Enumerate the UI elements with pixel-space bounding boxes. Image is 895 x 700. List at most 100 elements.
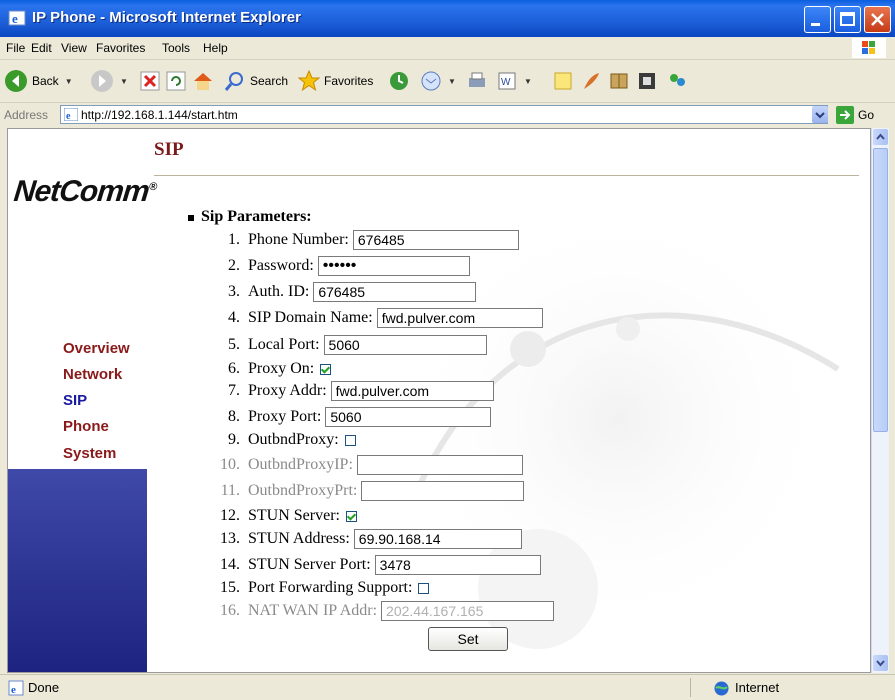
- proxy-port-input[interactable]: [325, 407, 492, 427]
- sidebar-item-sip[interactable]: SIP: [63, 392, 87, 409]
- scroll-up-button[interactable]: [873, 129, 888, 145]
- go-arrow-icon: [836, 106, 854, 124]
- sidebar: NetComm® Overview Network SIP Phone Syst…: [8, 129, 157, 672]
- ie-logo-icon: e: [8, 10, 26, 26]
- vertical-scrollbar[interactable]: [871, 128, 889, 673]
- section-heading: Sip Parameters:: [201, 208, 312, 225]
- port-forwarding-checkbox[interactable]: [418, 582, 430, 594]
- favorites-star-icon: [298, 70, 320, 92]
- sip-domain-input[interactable]: [376, 308, 543, 328]
- outbnd-proxy-ip-input[interactable]: [356, 455, 523, 475]
- sidebar-item-overview[interactable]: Overview: [63, 340, 130, 357]
- address-url: http://192.168.1.144/start.htm: [81, 108, 238, 122]
- page-icon: e: [64, 108, 78, 121]
- history-button[interactable]: [388, 68, 410, 94]
- chevron-down-icon: [815, 112, 825, 119]
- mail-icon: [421, 71, 441, 91]
- print-button[interactable]: [466, 68, 488, 94]
- field-row-stun-server: 12. STUN Server:: [204, 507, 357, 525]
- auth-id-input[interactable]: [313, 282, 477, 302]
- go-button[interactable]: Go: [836, 106, 874, 124]
- field-row-nat-wan-ip: 16. NAT WAN IP Addr:: [204, 601, 555, 621]
- menu-help[interactable]: Help: [203, 41, 228, 55]
- field-row-local-port: 5. Local Port:: [204, 335, 487, 355]
- window-title: IP Phone - Microsoft Internet Explorer: [32, 9, 301, 26]
- favorites-button[interactable]: Favorites: [298, 68, 373, 94]
- field-row-phone-number: 1. Phone Number:: [204, 230, 519, 250]
- field-row-outbnd-proxy-port: 11. OutbndProxyPrt:: [204, 481, 525, 501]
- menu-file[interactable]: File: [6, 41, 25, 55]
- svg-text:e: e: [12, 11, 18, 26]
- refresh-button[interactable]: [166, 68, 186, 94]
- page-content: NetComm® Overview Network SIP Phone Syst…: [7, 128, 871, 673]
- maximize-button[interactable]: [834, 6, 861, 33]
- sidebar-item-system[interactable]: System: [63, 445, 116, 462]
- minimize-button[interactable]: [804, 6, 831, 33]
- media-button[interactable]: [636, 68, 658, 94]
- status-bar: e Done Internet: [0, 674, 895, 700]
- stun-server-checkbox[interactable]: [345, 510, 357, 522]
- menu-view[interactable]: View: [61, 41, 87, 55]
- note-icon: [554, 72, 572, 90]
- sidebar-footer-panel: [8, 469, 147, 672]
- outbnd-proxy-checkbox[interactable]: [344, 434, 356, 446]
- field-row-proxy-addr: 7. Proxy Addr:: [204, 381, 494, 401]
- discuss-button[interactable]: [552, 68, 574, 94]
- search-button[interactable]: Search: [224, 68, 288, 94]
- close-button[interactable]: [864, 6, 891, 33]
- phone-number-input[interactable]: [352, 230, 519, 250]
- password-input[interactable]: ••••••: [317, 256, 470, 276]
- address-bar: Address e http://192.168.1.144/start.htm…: [0, 103, 895, 127]
- back-button[interactable]: Back ▼: [4, 68, 73, 94]
- field-row-proxy-port: 8. Proxy Port:: [204, 407, 492, 427]
- menu-tools[interactable]: Tools: [162, 41, 190, 55]
- field-row-outbnd-proxy-ip: 10. OutbndProxyIP:: [204, 455, 523, 475]
- address-input[interactable]: e http://192.168.1.144/start.htm: [60, 105, 828, 124]
- local-port-input[interactable]: [323, 335, 487, 355]
- nat-wan-ip-input[interactable]: [381, 601, 555, 621]
- svg-text:W: W: [501, 77, 511, 88]
- menu-edit[interactable]: Edit: [31, 41, 52, 55]
- set-button[interactable]: Set: [428, 627, 508, 651]
- menu-favorites[interactable]: Favorites: [96, 41, 145, 55]
- address-dropdown-button[interactable]: [812, 106, 828, 123]
- field-row-password: 2. Password: ••••••: [204, 256, 470, 276]
- book-icon: [610, 73, 628, 89]
- quill-icon: [584, 73, 599, 89]
- stun-port-input[interactable]: [374, 555, 541, 575]
- forward-button[interactable]: ▼: [90, 68, 128, 94]
- messenger-button[interactable]: [580, 68, 602, 94]
- page-title: SIP: [154, 139, 184, 160]
- sidebar-item-phone[interactable]: Phone: [63, 418, 109, 435]
- svg-text:e: e: [66, 111, 71, 121]
- back-arrow-icon: [5, 70, 27, 92]
- proxy-addr-input[interactable]: [330, 381, 494, 401]
- outbnd-proxy-port-input[interactable]: [361, 481, 525, 501]
- proxy-on-checkbox[interactable]: [320, 363, 332, 375]
- print-icon: [469, 72, 485, 87]
- browser-window: e IP Phone - Microsoft Internet Explorer…: [0, 0, 895, 700]
- chevron-up-icon: [876, 133, 885, 140]
- search-icon: [224, 72, 243, 91]
- refresh-icon: [166, 71, 186, 91]
- home-button[interactable]: [192, 68, 214, 94]
- word-edit-icon: W: [498, 72, 516, 90]
- toolbar: Back ▼ ▼ Search Favorites ▼ W ▼: [0, 60, 895, 103]
- stun-address-input[interactable]: [353, 529, 522, 549]
- title-bar[interactable]: e IP Phone - Microsoft Internet Explorer: [0, 0, 895, 37]
- edit-button[interactable]: W ▼: [496, 68, 532, 94]
- research-button[interactable]: [608, 68, 630, 94]
- mail-button[interactable]: ▼: [420, 68, 456, 94]
- film-icon: [639, 73, 655, 89]
- field-row-port-forwarding: 15. Port Forwarding Support:: [204, 579, 430, 597]
- netcomm-logo: NetComm®: [12, 175, 157, 208]
- stop-button[interactable]: [140, 68, 160, 94]
- scroll-down-button[interactable]: [873, 655, 888, 671]
- forward-arrow-icon: [91, 70, 113, 92]
- scroll-thumb[interactable]: [873, 148, 888, 432]
- people-button[interactable]: [666, 68, 688, 94]
- home-icon: [194, 73, 212, 90]
- address-label: Address: [4, 108, 49, 122]
- title-divider: [154, 175, 859, 176]
- sidebar-item-network[interactable]: Network: [63, 366, 122, 383]
